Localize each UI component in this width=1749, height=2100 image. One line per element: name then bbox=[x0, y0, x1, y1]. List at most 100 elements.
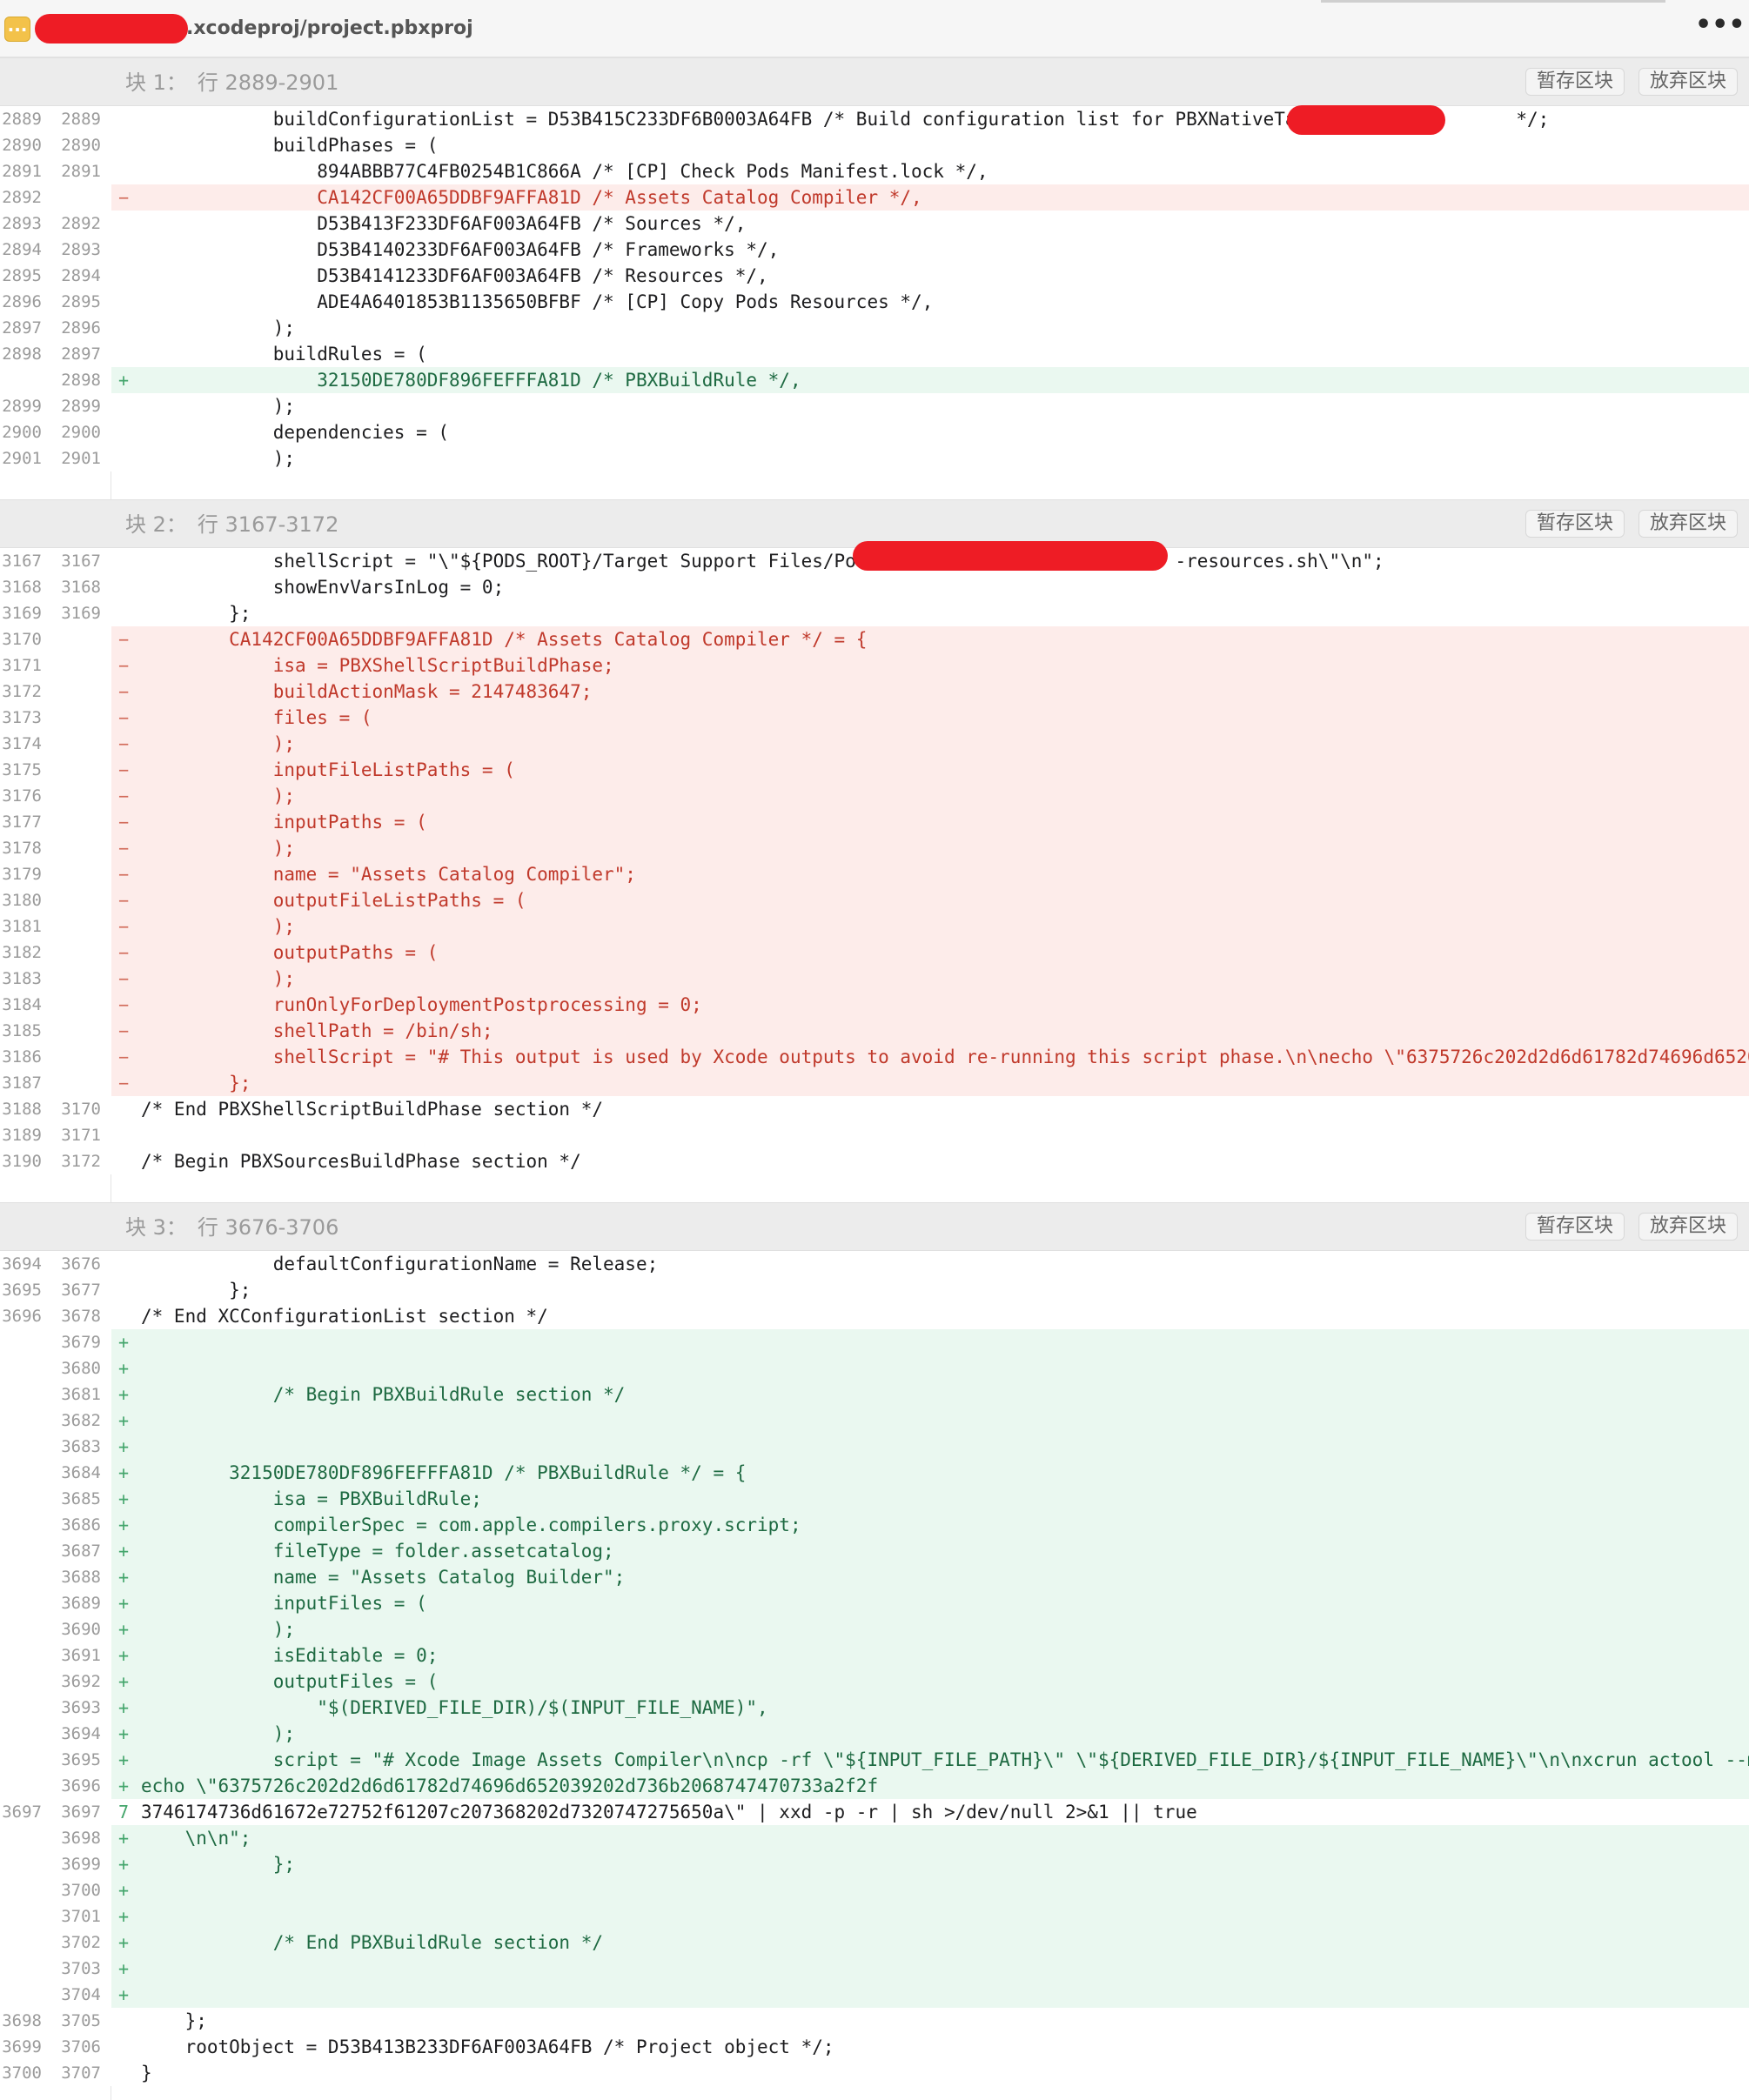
old-line-number: 3696 bbox=[2, 1307, 42, 1326]
added-line: 3684 + 32150DE780DF896FEFFFA81D /* PBXBui… bbox=[0, 1460, 1749, 1486]
context-line: 3696 3678 /* End XCConfigurationList secti… bbox=[0, 1303, 1749, 1329]
context-line: 3698 3705 }; bbox=[0, 2008, 1749, 2034]
added-line: 3698 + \n\n"; bbox=[0, 1825, 1749, 1851]
diff-marker: − bbox=[118, 1073, 130, 1093]
diff-marker: + bbox=[118, 1332, 130, 1353]
deleted-line: 3171 − isa = PBXShellScriptBuildPhase; bbox=[0, 652, 1749, 679]
code-line: name = "Assets Catalog Compiler"; bbox=[141, 864, 636, 885]
code-line: outputFileListPaths = ( bbox=[141, 890, 526, 911]
diff-marker: + bbox=[118, 1384, 130, 1405]
diff-marker: − bbox=[118, 629, 130, 650]
code-line: outputPaths = ( bbox=[141, 942, 439, 963]
added-line: 3687 + fileType = folder.assetcatalog; bbox=[0, 1538, 1749, 1564]
old-line-number: 2892 bbox=[2, 188, 42, 207]
diff-marker: + bbox=[118, 1358, 130, 1379]
diff-marker: − bbox=[118, 681, 130, 702]
deleted-line: 3183 − ); bbox=[0, 966, 1749, 992]
diff-marker: − bbox=[118, 838, 130, 859]
context-line: 3169 3169 }; bbox=[0, 600, 1749, 626]
diff-marker: + bbox=[118, 1541, 130, 1562]
old-line-number: 3169 bbox=[2, 604, 42, 623]
old-line-number: 3695 bbox=[2, 1281, 42, 1300]
new-line-number: 3705 bbox=[61, 2011, 101, 2030]
context-line: 3697 3697 7 3746174736d61672e72752f61207c20… bbox=[0, 1799, 1749, 1825]
new-line-number: 3682 bbox=[61, 1411, 101, 1430]
context-line: 2890 2890 buildPhases = ( bbox=[0, 132, 1749, 158]
deleted-line: 3177 − inputPaths = ( bbox=[0, 809, 1749, 835]
code-line: }; bbox=[141, 1280, 251, 1301]
old-line-number: 3182 bbox=[2, 943, 42, 962]
code-line: /* End PBXShellScriptBuildPhase section … bbox=[141, 1099, 604, 1120]
diff-marker: − bbox=[118, 1020, 130, 1041]
added-line: 3701 + bbox=[0, 1903, 1749, 1929]
code-line: D53B4140233DF6AF003A64FB /* Frameworks *… bbox=[141, 239, 780, 260]
context-line: 3168 3168 showEnvVarsInLog = 0; bbox=[0, 574, 1749, 600]
hunk-label: 块 3： bbox=[125, 1215, 187, 1240]
code-line: script = "# Xcode Image Assets Compiler\… bbox=[141, 1749, 1749, 1770]
diff-marker: + bbox=[118, 1593, 130, 1614]
new-line-number: 2894 bbox=[61, 266, 101, 285]
old-line-number: 3185 bbox=[2, 1021, 42, 1040]
stage-hunk-button[interactable]: 暂存区块 bbox=[1525, 510, 1625, 538]
discard-hunk-button[interactable]: 放弃区块 bbox=[1638, 510, 1739, 538]
code-line: ); bbox=[141, 838, 296, 859]
new-line-number: 2892 bbox=[61, 214, 101, 233]
stage-hunk-button[interactable]: 暂存区块 bbox=[1525, 1213, 1625, 1241]
old-line-number: 2898 bbox=[2, 344, 42, 364]
hunk-title: 块 3： 行 3676-3706 bbox=[125, 1214, 338, 1241]
discard-hunk-button[interactable]: 放弃区块 bbox=[1638, 68, 1739, 96]
deleted-line: 3175 − inputFileListPaths = ( bbox=[0, 757, 1749, 783]
deleted-line: 3186 − shellScript = "# This output is us… bbox=[0, 1044, 1749, 1070]
old-line-number: 2890 bbox=[2, 136, 42, 155]
code-line: echo \"6375726c202d2d6d61782d74696d65203… bbox=[141, 1776, 879, 1796]
code-line: ); bbox=[141, 786, 296, 806]
old-line-number: 3183 bbox=[2, 969, 42, 988]
diff-marker: + bbox=[118, 1619, 130, 1640]
context-line: 3190 3172 /* Begin PBXSourcesBuildPhase se… bbox=[0, 1148, 1749, 1174]
diff-marker: + bbox=[118, 1932, 130, 1953]
context-line: 2899 2899 ); bbox=[0, 393, 1749, 419]
more-icon[interactable]: ••• bbox=[1695, 12, 1746, 42]
added-line: 3681 + /* Begin PBXBuildRule section */ bbox=[0, 1381, 1749, 1408]
code-line: "$(DERIVED_FILE_DIR)/$(INPUT_FILE_NAME)"… bbox=[141, 1697, 768, 1718]
code-line: name = "Assets Catalog Builder"; bbox=[141, 1567, 626, 1588]
context-line: 3700 3707} bbox=[0, 2060, 1749, 2086]
old-line-number: 3177 bbox=[2, 813, 42, 832]
added-line: 3690 + ); bbox=[0, 1616, 1749, 1642]
new-line-number: 3676 bbox=[61, 1254, 101, 1274]
old-line-number: 3171 bbox=[2, 656, 42, 675]
diff-marker: + bbox=[118, 1515, 130, 1535]
added-line: 2898 + 32150DE780DF896FEFFFA81D /* PBXBui… bbox=[0, 367, 1749, 393]
stage-hunk-button[interactable]: 暂存区块 bbox=[1525, 68, 1625, 96]
discard-hunk-button[interactable]: 放弃区块 bbox=[1638, 1213, 1739, 1241]
code-line: isEditable = 0; bbox=[141, 1645, 439, 1666]
new-line-number: 3698 bbox=[61, 1829, 101, 1848]
old-line-number: 3699 bbox=[2, 2037, 42, 2057]
context-line: 2898 2897 buildRules = ( bbox=[0, 341, 1749, 367]
new-line-number: 2897 bbox=[61, 344, 101, 364]
hunk-label: 块 2： bbox=[125, 512, 187, 537]
old-line-number: 2895 bbox=[2, 266, 42, 285]
new-line-number: 3681 bbox=[61, 1385, 101, 1404]
added-line: 3688 + name = "Assets Catalog Builder"; bbox=[0, 1564, 1749, 1590]
new-line-number: 3688 bbox=[61, 1568, 101, 1587]
hunk-label: 块 1： bbox=[125, 70, 187, 95]
old-line-number: 3189 bbox=[2, 1126, 42, 1145]
context-line: 2893 2892 D53B413F233DF6AF003A64FB /* Sou… bbox=[0, 211, 1749, 237]
old-line-number: 3190 bbox=[2, 1152, 42, 1171]
deleted-line: 3170 − CA142CF00A65DDBF9AFFA81D /* Assets… bbox=[0, 626, 1749, 652]
new-line-number: 2899 bbox=[61, 397, 101, 416]
diff-marker: + bbox=[118, 1749, 130, 1770]
new-line-number: 2891 bbox=[61, 162, 101, 181]
added-line: 3685 + isa = PBXBuildRule; bbox=[0, 1486, 1749, 1512]
old-line-number: 3700 bbox=[2, 2063, 42, 2083]
new-line-number: 3680 bbox=[61, 1359, 101, 1378]
old-line-number: 2889 bbox=[2, 110, 42, 129]
new-line-number: 2893 bbox=[61, 240, 101, 259]
diff-marker: + bbox=[118, 1488, 130, 1509]
new-line-number: 2898 bbox=[61, 371, 101, 390]
diff-marker: 7 bbox=[118, 1802, 130, 1822]
diff-marker: − bbox=[118, 655, 130, 676]
diff-marker: + bbox=[118, 1906, 130, 1927]
new-line-number: 3701 bbox=[61, 1907, 101, 1926]
